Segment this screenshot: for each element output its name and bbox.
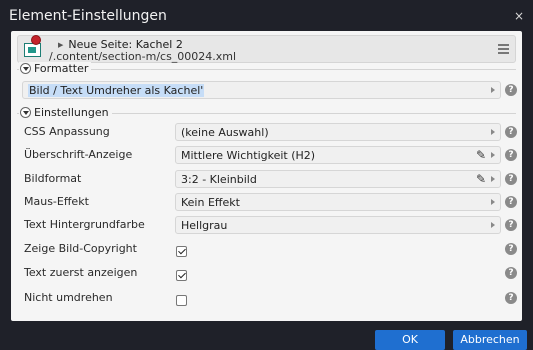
help-icon[interactable]: ? (505, 196, 517, 208)
noflip-checkbox[interactable] (176, 295, 187, 306)
help-icon[interactable]: ? (505, 84, 517, 96)
dropdown-arrow-icon (491, 87, 495, 93)
copyright-checkbox[interactable] (176, 246, 187, 257)
settings-collapse-toggle[interactable] (20, 107, 31, 118)
help-icon[interactable]: ? (505, 173, 517, 185)
dropdown-arrow-icon (491, 152, 495, 158)
cancel-button[interactable]: Abbrechen (453, 330, 527, 350)
dialog-titlebar: Element-Einstellungen × (0, 0, 533, 31)
dialog-title: Element-Einstellungen (9, 7, 167, 24)
setting-row-noflip: Nicht umdrehen (24, 289, 515, 307)
formatter-legend: Formatter (34, 62, 89, 75)
mouseeffect-select[interactable]: Kein Effekt (175, 193, 501, 211)
dialog-content: ▶ Neue Seite: Kachel 2 /.content/section-… (11, 31, 522, 321)
textbg-label: Text Hintergrundfarbe (24, 218, 145, 231)
close-icon[interactable]: × (514, 10, 524, 22)
textbg-value: Hellgrau (181, 219, 228, 232)
imageformat-label: Bildformat (24, 172, 82, 185)
pencil-icon[interactable]: ✎ (476, 172, 486, 186)
imageformat-select[interactable]: 3:2 - Kleinbild ✎ (175, 170, 501, 188)
pencil-icon[interactable]: ✎ (476, 148, 486, 162)
noflip-label: Nicht umdrehen (24, 291, 113, 304)
textfirst-label: Text zuerst anzeigen (24, 266, 138, 279)
dropdown-arrow-icon (491, 222, 495, 228)
dropdown-arrow-icon (491, 199, 495, 205)
css-select[interactable]: (keine Auswahl) (175, 123, 501, 141)
heading-value: Mittlere Wichtigkeit (H2) (181, 149, 316, 162)
heading-select[interactable]: Mittlere Wichtigkeit (H2) ✎ (175, 146, 501, 164)
resource-type-icon (24, 43, 41, 57)
settings-legend: Einstellungen (34, 106, 109, 119)
dropdown-arrow-icon (491, 129, 495, 135)
mouseeffect-label: Maus-Effekt (24, 195, 89, 208)
heading-label: Überschrift-Anzeige (24, 148, 133, 161)
setting-row-copyright: Zeige Bild-Copyright (24, 240, 515, 258)
help-icon[interactable]: ? (505, 219, 517, 231)
ok-button[interactable]: OK (375, 330, 445, 350)
locked-state-icon (31, 35, 41, 45)
help-icon[interactable]: ? (505, 126, 517, 138)
dropdown-arrow-icon (491, 176, 495, 182)
context-menu-icon[interactable] (498, 44, 509, 54)
expand-triangle-icon[interactable]: ▶ (58, 41, 63, 49)
imageformat-value: 3:2 - Kleinbild (181, 173, 257, 186)
help-icon[interactable]: ? (505, 267, 517, 279)
resource-info-box: ▶ Neue Seite: Kachel 2 /.content/section-… (17, 35, 516, 63)
formatter-value: Bild / Text Umdreher als Kachel' (28, 84, 205, 97)
textbg-select[interactable]: Hellgrau (175, 216, 501, 234)
textfirst-checkbox[interactable] (176, 270, 187, 281)
setting-row-textfirst: Text zuerst anzeigen (24, 264, 515, 282)
formatter-select[interactable]: Bild / Text Umdreher als Kachel' (22, 81, 501, 99)
mouseeffect-value: Kein Effekt (181, 196, 240, 209)
copyright-label: Zeige Bild-Copyright (24, 242, 137, 255)
settings-section: Einstellungen (17, 106, 516, 313)
css-label: CSS Anpassung (24, 125, 110, 138)
formatter-collapse-toggle[interactable] (20, 63, 31, 74)
help-icon[interactable]: ? (505, 149, 517, 161)
element-settings-dialog: Element-Einstellungen × ▶ Neue Seite: Kac… (0, 0, 533, 350)
css-value: (keine Auswahl) (181, 126, 269, 139)
help-icon[interactable]: ? (505, 243, 517, 255)
help-icon[interactable]: ? (505, 292, 517, 304)
